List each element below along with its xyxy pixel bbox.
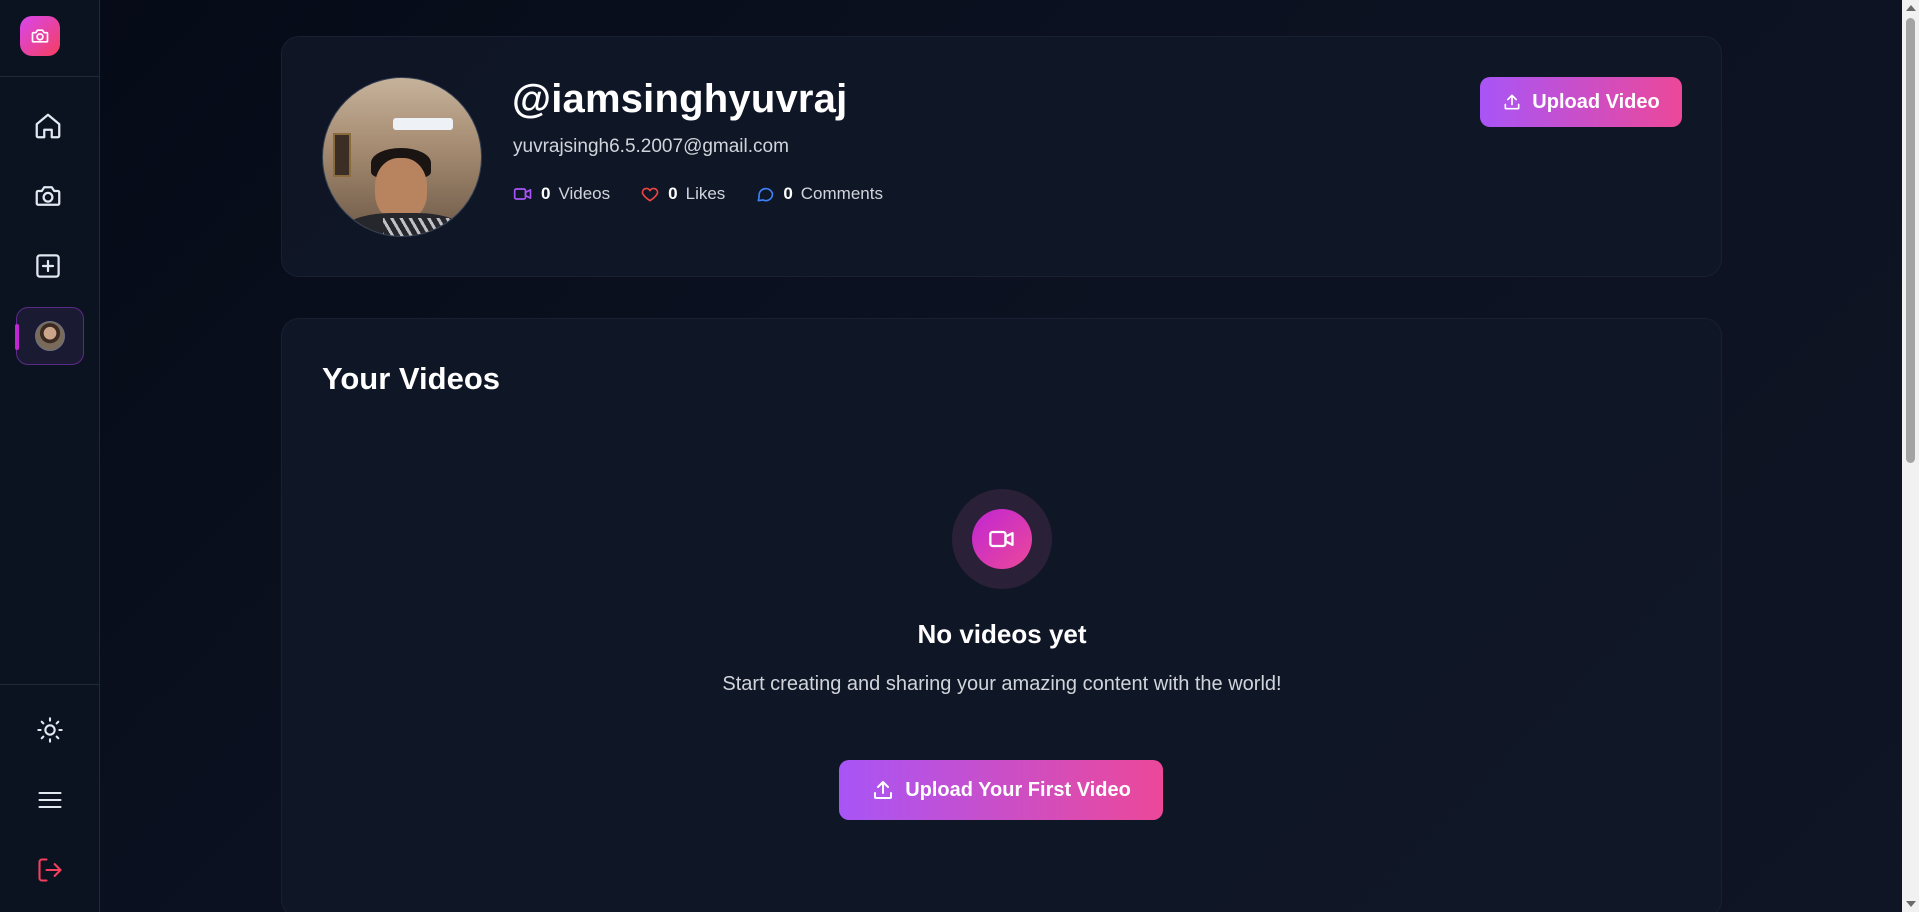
stat-videos-label: Videos (558, 184, 611, 203)
stat-likes-count: 0 (668, 184, 678, 203)
avatar (35, 321, 65, 351)
profile-avatar (322, 77, 482, 237)
empty-state-icon-circle (972, 509, 1032, 569)
menu-button[interactable] (16, 771, 84, 829)
profile-card: @iamsinghyuvraj yuvrajsingh6.5.2007@gmai… (281, 36, 1722, 277)
app-logo[interactable] (20, 16, 60, 56)
scroll-thumb[interactable] (1906, 18, 1915, 463)
empty-state-title: No videos yet (917, 619, 1087, 649)
home-icon (35, 113, 61, 139)
stat-comments-label: Comments (800, 184, 883, 203)
profile-stats: 0 Videos 0 Likes 0 Comments (513, 184, 883, 204)
scroll-up-arrow[interactable] (1906, 5, 1916, 11)
stat-likes-label: Likes (685, 184, 726, 203)
theme-toggle-button[interactable] (16, 701, 84, 759)
nav-camera[interactable] (14, 167, 82, 225)
camera-icon (31, 29, 49, 43)
videos-card: Your Videos No videos yet Start creating… (281, 318, 1722, 912)
sun-icon (37, 717, 63, 743)
logout-icon (38, 858, 62, 882)
sidebar-divider (0, 76, 100, 77)
page-scrollbar[interactable] (1902, 0, 1919, 912)
logout-button[interactable] (16, 841, 84, 899)
plus-square-icon (36, 254, 60, 278)
upload-icon (1504, 94, 1520, 110)
video-icon (989, 530, 1014, 548)
sidebar (0, 0, 100, 912)
stat-videos: 0 Videos (513, 184, 610, 204)
menu-icon (38, 791, 62, 809)
upload-video-button[interactable]: Upload Video (1480, 77, 1682, 127)
videos-title: Your Videos (322, 361, 501, 396)
upload-first-video-button[interactable]: Upload Your First Video (839, 760, 1163, 820)
profile-username: @iamsinghyuvraj (512, 77, 848, 121)
camera-icon (35, 186, 61, 206)
nav-create[interactable] (14, 237, 82, 295)
stat-comments: 0 Comments (755, 184, 883, 204)
profile-email: yuvrajsingh6.5.2007@gmail.com (513, 136, 789, 157)
heart-icon (641, 187, 659, 202)
sidebar-divider (0, 684, 100, 685)
upload-video-label: Upload Video (1532, 90, 1660, 113)
stat-comments-count: 0 (783, 184, 793, 203)
nav-profile[interactable] (15, 307, 84, 365)
empty-state-icon-ring (952, 489, 1052, 589)
stat-videos-count: 0 (541, 184, 551, 203)
upload-first-video-label: Upload Your First Video (905, 778, 1131, 801)
video-icon (513, 188, 532, 200)
scroll-down-arrow[interactable] (1906, 901, 1916, 907)
upload-icon (874, 781, 893, 799)
empty-state-description: Start creating and sharing your amazing … (722, 673, 1282, 695)
stat-likes: 0 Likes (640, 184, 725, 204)
comment-icon (757, 187, 774, 202)
nav-home[interactable] (14, 97, 82, 155)
